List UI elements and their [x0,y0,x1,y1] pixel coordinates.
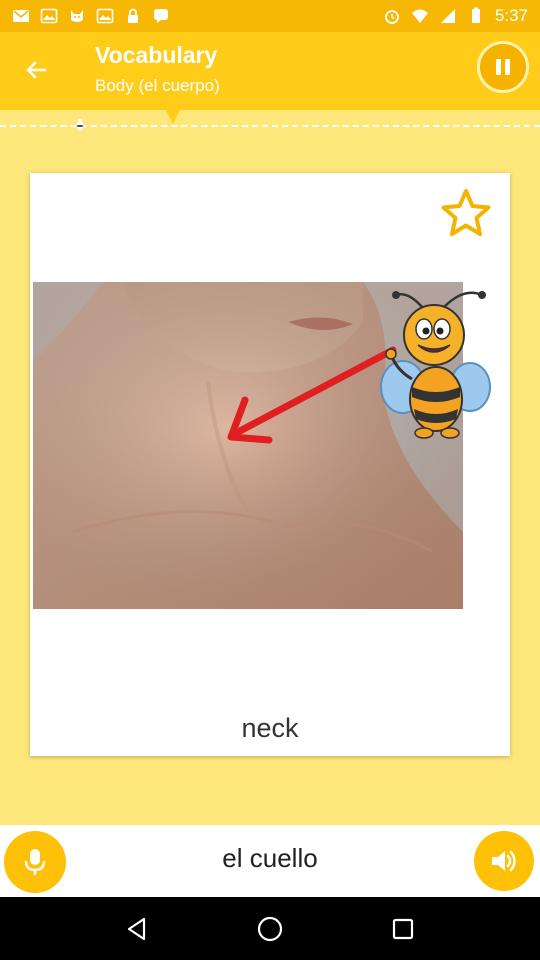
battery-icon [471,7,480,23]
favorite-button[interactable] [438,185,494,241]
app-bar: Vocabulary Body (el cuerpo) [0,32,540,110]
nav-recents-button[interactable] [383,909,423,949]
vocabulary-card[interactable]: neck [30,173,510,756]
status-right-icons: 5:37 [383,6,528,26]
bee-mascot-icon [380,291,491,439]
nav-home-button[interactable] [250,909,290,949]
system-nav-bar [0,897,540,960]
pause-icon [496,59,501,75]
page-subtitle: Body (el cuerpo) [95,76,220,95]
bee-progress-icon [76,119,84,131]
page-title: Vocabulary [95,42,218,68]
lock-icon [128,8,138,23]
vocabulary-word: neck [241,713,299,743]
image-icon [96,8,114,24]
speaker-icon [492,850,516,872]
status-bar: 5:37 [0,0,540,32]
home-circle-icon [257,916,283,941]
status-left-icons [12,7,170,25]
back-button[interactable] [16,50,56,90]
status-time: 5:37 [494,6,528,25]
star-outline-icon [441,189,491,236]
nav-back-button[interactable] [117,909,157,949]
signal-icon [440,9,455,23]
pause-button[interactable] [477,41,529,93]
chat-icon [154,9,168,23]
translation-text: el cuello [222,843,318,873]
wifi-icon [411,9,428,23]
alarm-icon [385,10,399,24]
recents-square-icon [393,918,414,939]
image-icon [40,8,58,24]
progress-marker [166,110,180,124]
progress-indicator [0,110,540,132]
translation-bar: el cuello [0,825,540,897]
mail-icon [13,10,29,22]
speaker-button[interactable] [474,831,534,891]
arrow-back-icon [26,61,47,79]
back-triangle-icon [127,917,145,940]
cat-icon [71,10,83,22]
